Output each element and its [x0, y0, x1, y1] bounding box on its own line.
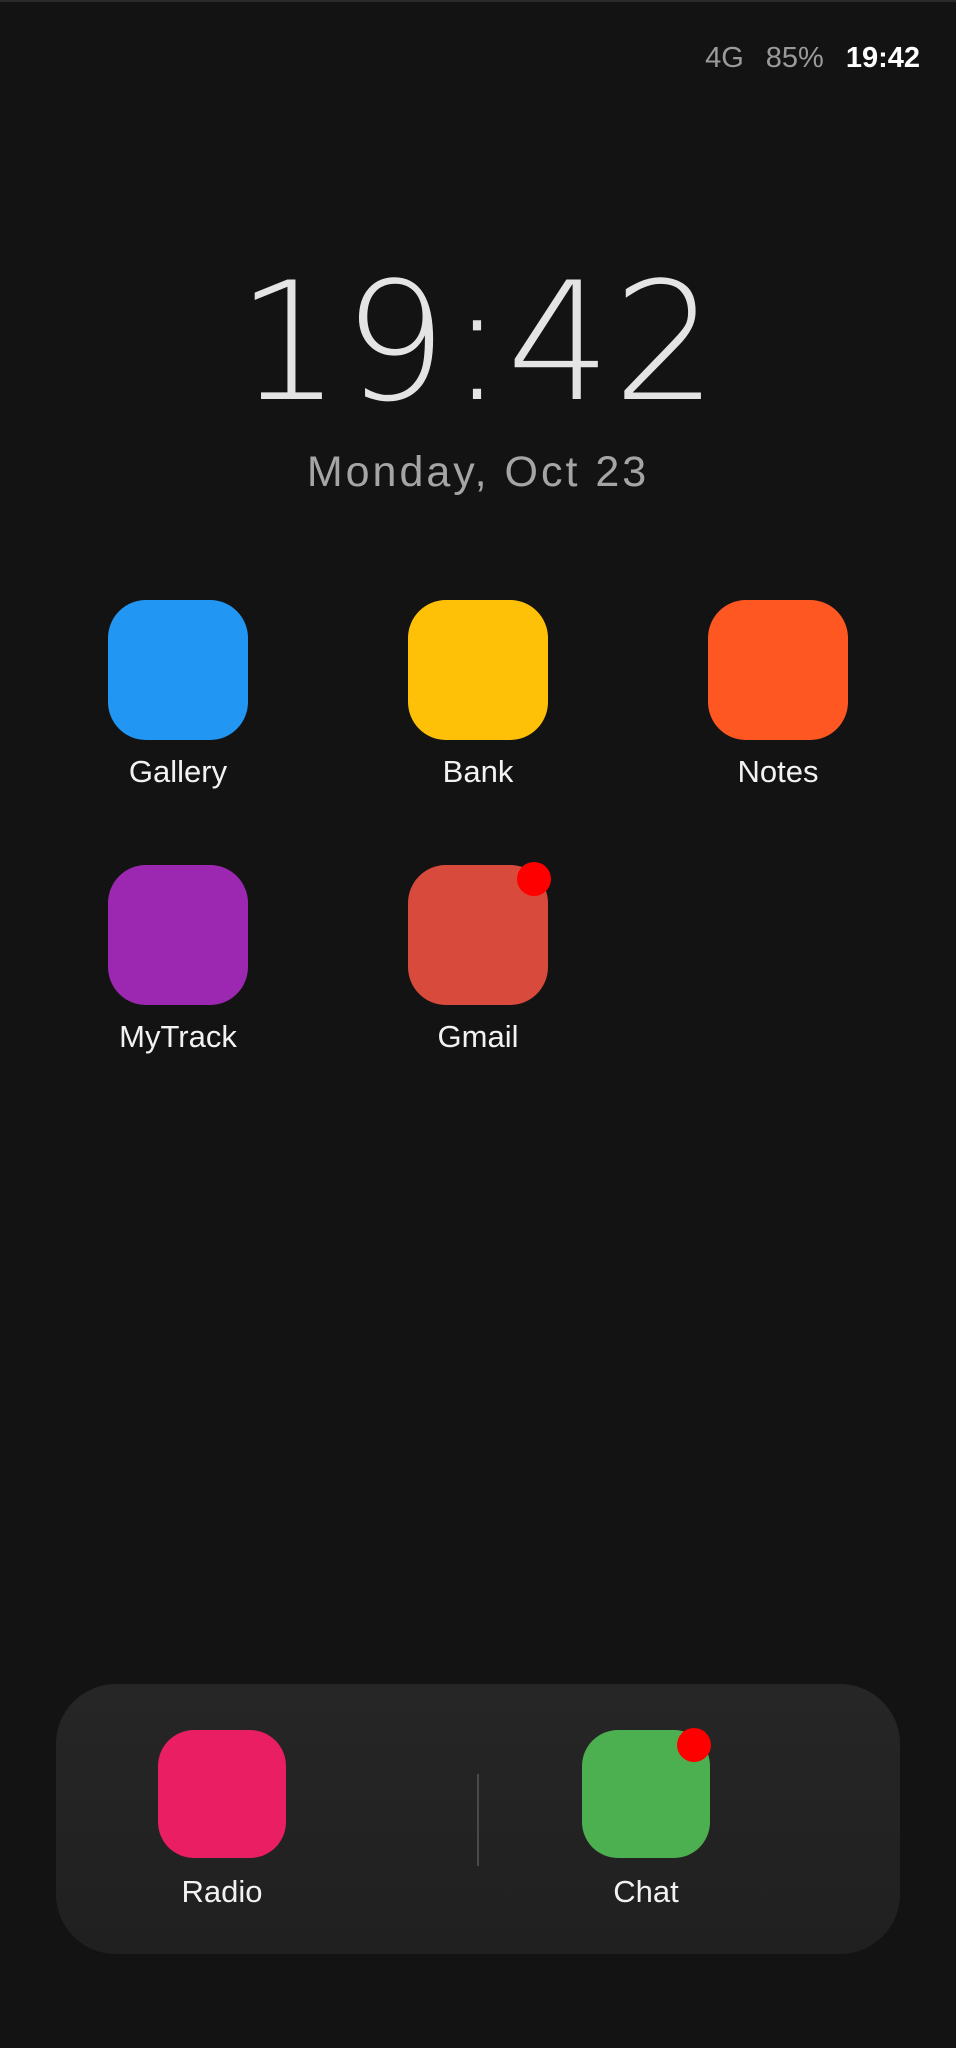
bank-icon[interactable]	[408, 600, 548, 740]
status-time: 19:42	[845, 41, 920, 74]
app-label-radio: Radio	[181, 1874, 263, 1909]
app-gmail[interactable]: Gmail	[378, 862, 578, 1057]
chat-icon[interactable]	[582, 1728, 711, 1858]
battery-level: 85%	[765, 41, 824, 74]
app-label-notes: Notes	[737, 754, 819, 789]
dock-app-radio[interactable]: Radio	[122, 1730, 322, 1912]
app-mytrack[interactable]: MyTrack	[78, 865, 278, 1057]
app-label-chat: Chat	[613, 1874, 679, 1909]
status-bar: 4G 85% 19:42	[705, 38, 920, 78]
app-label-gallery: Gallery	[128, 754, 228, 789]
app-label-gmail: Gmail	[437, 1019, 519, 1054]
dock-app-chat[interactable]: Chat	[546, 1728, 746, 1912]
home-date: Monday, Oct 23	[306, 448, 650, 496]
app-label-bank: Bank	[442, 754, 514, 789]
app-gallery[interactable]: Gallery	[78, 600, 278, 792]
dock: Radio Chat	[56, 1684, 900, 1954]
dock-divider	[477, 1774, 479, 1866]
app-bank[interactable]: Bank	[378, 600, 578, 792]
home-clock: 19:42	[236, 247, 720, 438]
notification-badge	[517, 862, 551, 896]
gallery-icon[interactable]	[108, 600, 248, 740]
notification-badge	[677, 1728, 711, 1762]
app-label-mytrack: MyTrack	[119, 1019, 237, 1054]
network-indicator: 4G	[705, 41, 744, 74]
notes-icon[interactable]	[708, 600, 848, 740]
gmail-icon[interactable]	[408, 862, 551, 1005]
mytrack-icon[interactable]	[108, 865, 248, 1005]
app-notes[interactable]: Notes	[678, 600, 878, 792]
radio-icon[interactable]	[158, 1730, 286, 1858]
screen-top-edge	[0, 0, 956, 2]
